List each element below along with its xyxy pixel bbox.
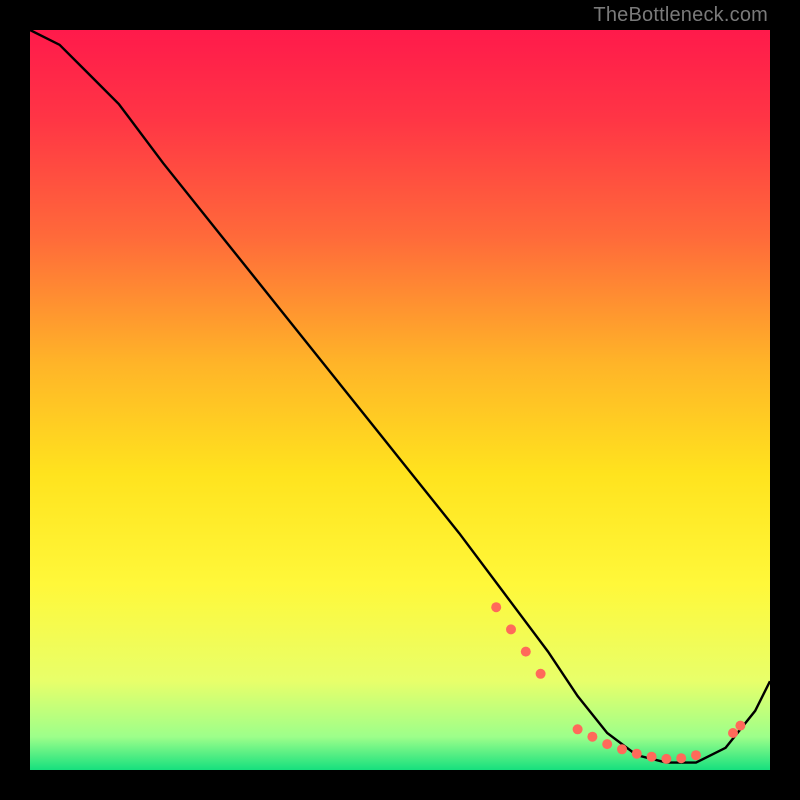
marker-point	[632, 749, 642, 759]
marker-point	[728, 728, 738, 738]
chart-svg	[30, 30, 770, 770]
marker-point	[647, 752, 657, 762]
chart-background	[30, 30, 770, 770]
marker-point	[573, 724, 583, 734]
marker-point	[587, 732, 597, 742]
watermark: TheBottleneck.com	[593, 4, 768, 27]
marker-point	[691, 750, 701, 760]
marker-point	[735, 721, 745, 731]
marker-point	[506, 624, 516, 634]
marker-point	[536, 669, 546, 679]
chart-frame	[30, 30, 770, 770]
marker-point	[521, 647, 531, 657]
marker-point	[676, 753, 686, 763]
marker-point	[491, 602, 501, 612]
marker-point	[602, 739, 612, 749]
marker-point	[617, 744, 627, 754]
marker-point	[661, 754, 671, 764]
